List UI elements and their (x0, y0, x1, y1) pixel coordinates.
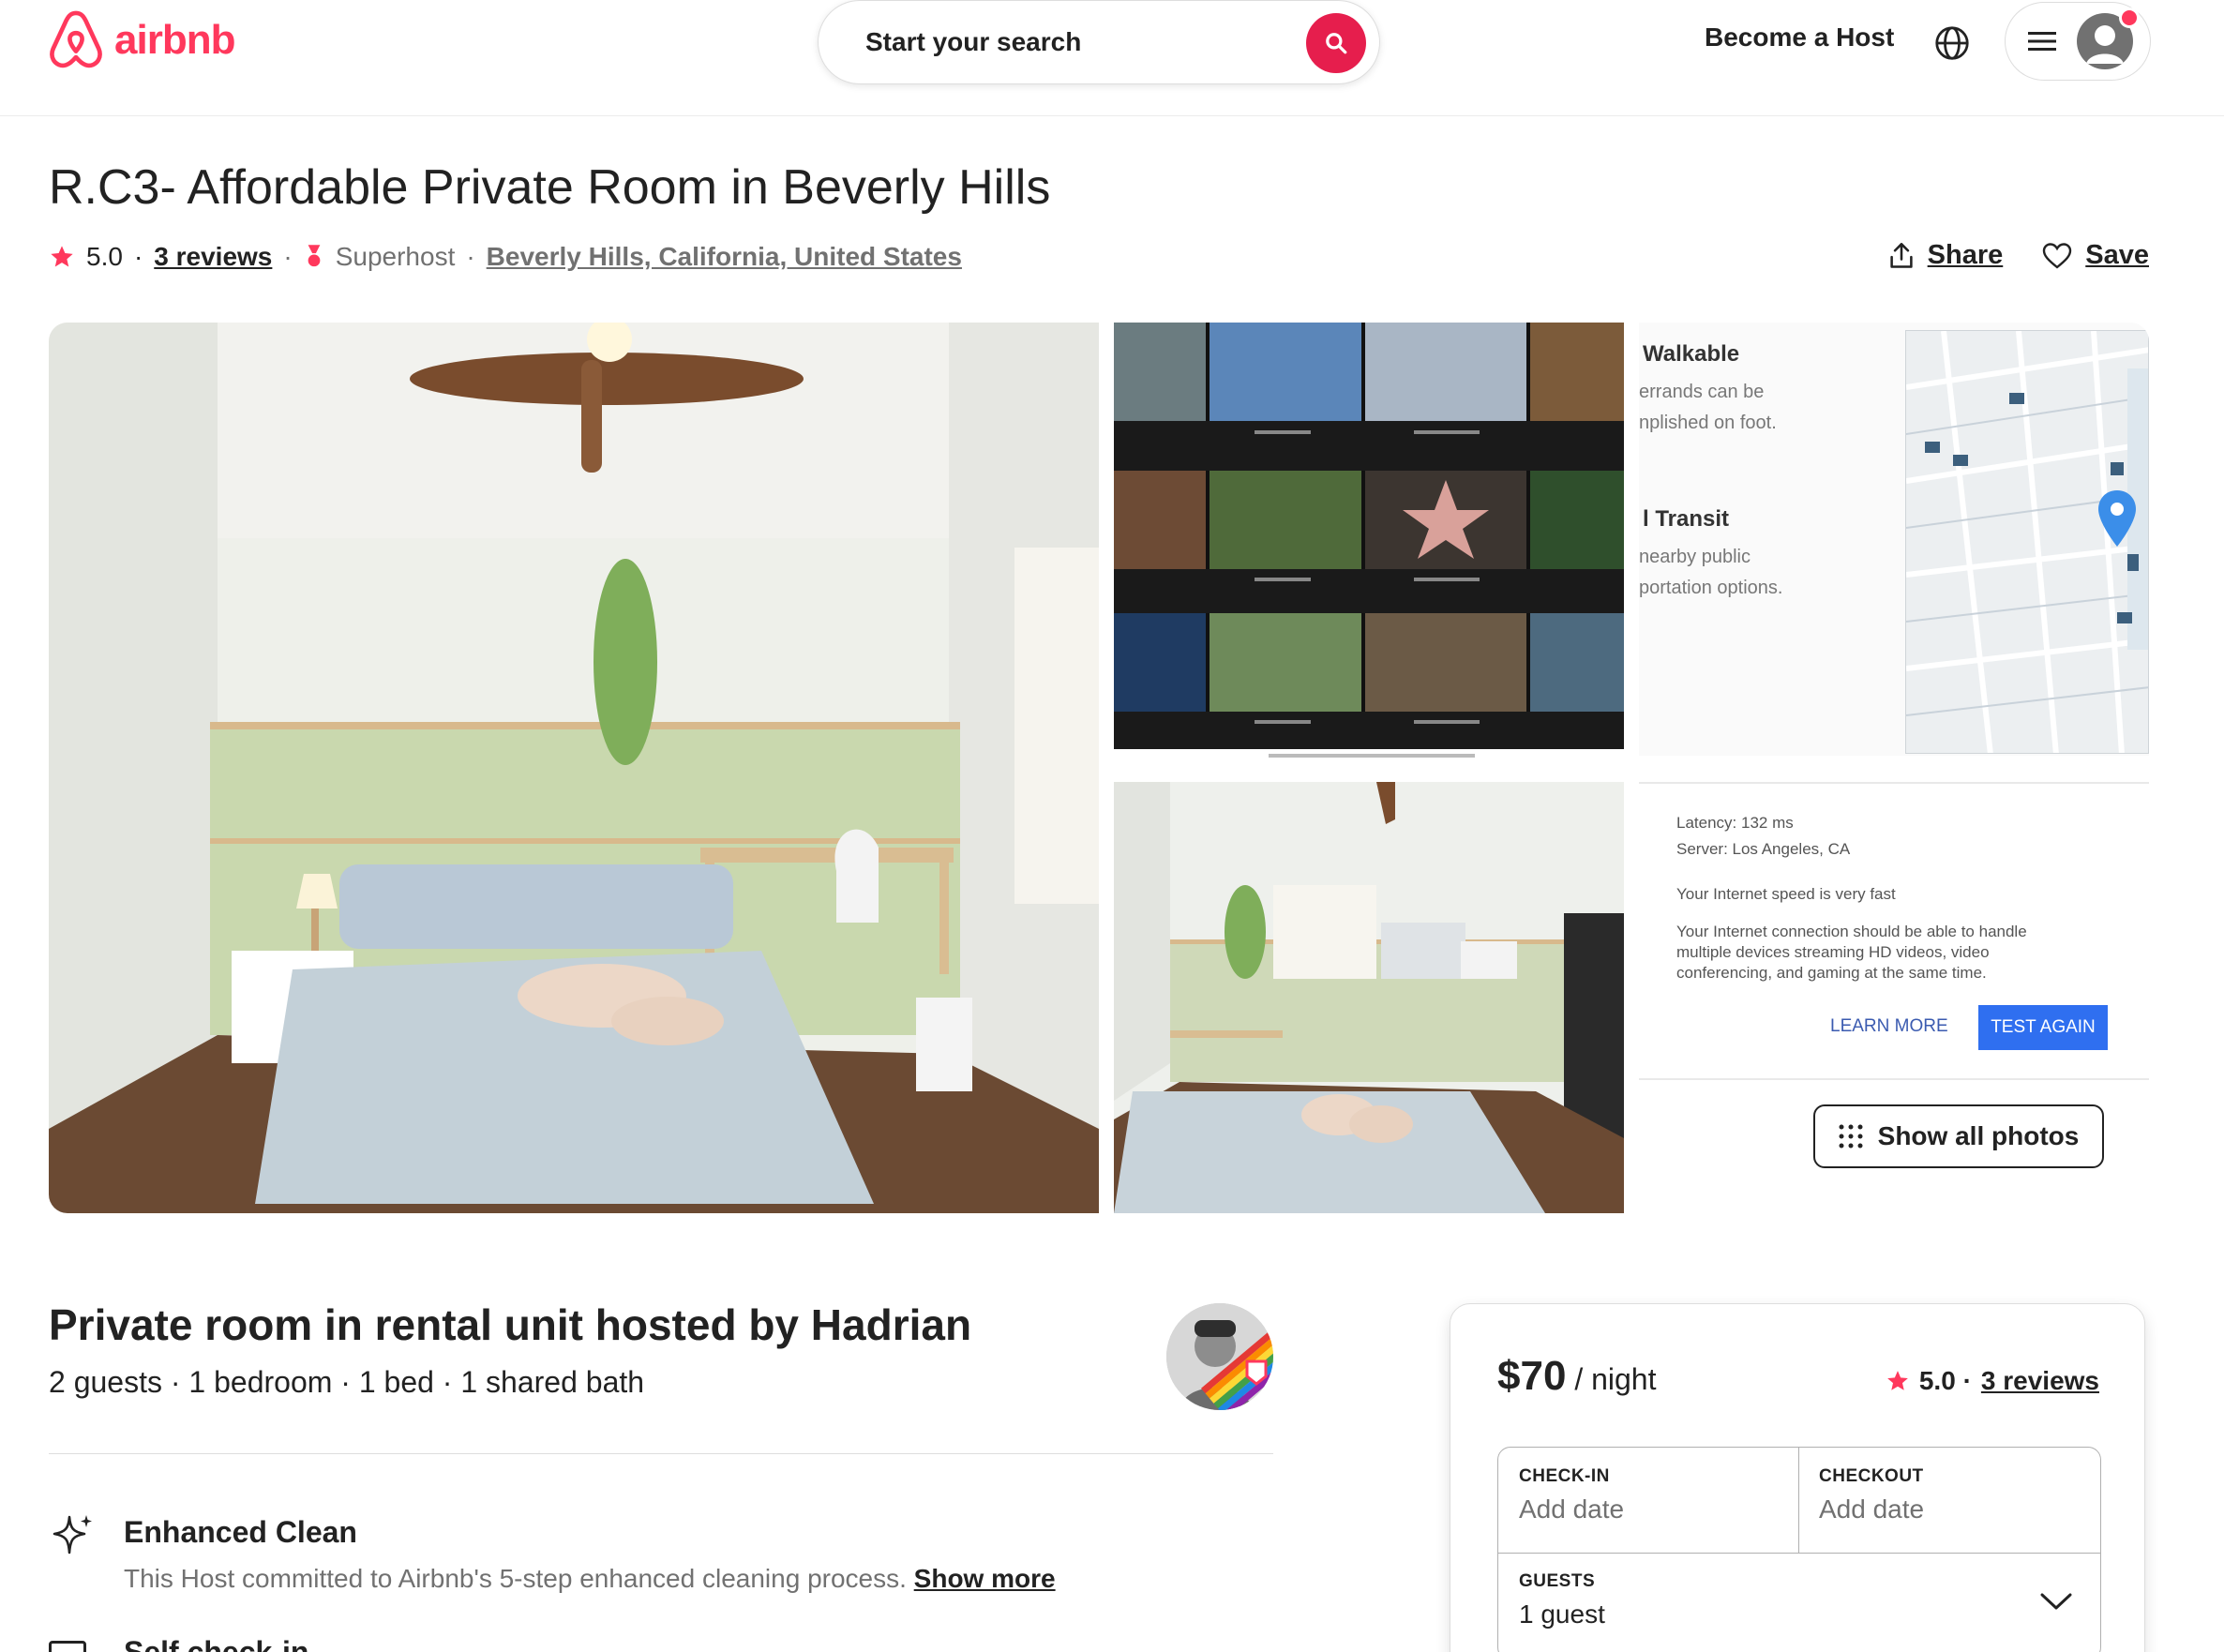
hamburger-menu-icon (2028, 32, 2056, 51)
speed-description: conferencing, and gaming at the same tim… (1676, 964, 1987, 982)
booking-card: $70 / night 5.0 · 3 reviews CHECK-IN Add… (1450, 1303, 2145, 1652)
show-all-photos-button[interactable]: Show all photos (1813, 1104, 2104, 1168)
speed-result: Your Internet speed is very fast (1676, 885, 1896, 903)
walk-line: nplished on foot. (1639, 413, 1777, 433)
speed-latency: Latency: 132 ms (1676, 814, 1794, 832)
search-placeholder: Start your search (865, 27, 1082, 56)
neighborhood-map (1905, 330, 2149, 754)
speed-description: multiple devices streaming HD videos, vi… (1676, 943, 1990, 961)
bedroom-photo-2 (1114, 782, 1624, 1213)
meta-dot: · (133, 242, 143, 271)
listing-actions: Share Save (1888, 240, 2149, 271)
checkin-value: Add date (1519, 1494, 1625, 1524)
second-bedroom-photo[interactable] (1114, 782, 1624, 1213)
enhanced-clean-title: Enhanced Clean (124, 1515, 357, 1549)
checkin-label: CHECK-IN (1519, 1466, 1610, 1486)
transit-line: nearby public (1639, 547, 1751, 567)
become-host-link[interactable]: Become a Host (1705, 23, 1894, 53)
date-guest-picker: CHECK-IN Add date CHECKOUT Add date GUES… (1497, 1447, 2101, 1652)
card-reviews-link[interactable]: 3 reviews (1981, 1366, 2099, 1396)
transit-line: portation options. (1639, 578, 1783, 598)
main-photo[interactable] (49, 323, 1099, 1213)
star-icon (1887, 1371, 1908, 1390)
price-amount: $70 (1497, 1353, 1567, 1399)
nightly-price: $70 / night (1497, 1353, 1656, 1400)
speed-server: Server: Los Angeles, CA (1676, 840, 1851, 858)
attractions-collage-photo[interactable] (1114, 323, 1624, 763)
search-icon (1326, 33, 1347, 54)
save-label: Save (2085, 240, 2149, 270)
listing-meta: 5.0 · 3 reviews · Superhost · Beverly Hi… (49, 242, 962, 272)
guests-label: GUESTS (1519, 1571, 1596, 1591)
show-all-label: Show all photos (1877, 1121, 2080, 1150)
price-unit: / night (1566, 1362, 1657, 1396)
test-again-button: TEST AGAIN (1978, 1005, 2108, 1050)
reviews-link[interactable]: 3 reviews (154, 242, 272, 272)
share-button[interactable]: Share (1888, 240, 2004, 271)
walkability-text: Walkable errands can be nplished on foot… (1639, 341, 1892, 604)
bedroom-photo (49, 323, 1099, 1213)
transit-heading: l Transit (1643, 506, 1730, 532)
logo-wordmark: airbnb (114, 17, 235, 63)
rating-value: 5.0 (86, 242, 123, 271)
self-checkin-icon (49, 1641, 86, 1652)
sparkle-icon (53, 1515, 92, 1554)
top-header: airbnb Start your search Become a Host (0, 0, 2224, 116)
walk-line: errands can be (1639, 382, 1765, 402)
card-rating: 5.0 · 3 reviews (1886, 1366, 2099, 1396)
listing-title: R.C3- Affordable Private Room in Beverly… (49, 160, 1051, 215)
grid-dots-icon (1839, 1124, 1863, 1149)
share-icon (1890, 242, 1913, 268)
search-button[interactable] (1306, 13, 1366, 73)
attractions-collage (1114, 323, 1624, 763)
enhanced-clean-description: This Host committed to Airbnb's 5-step e… (124, 1564, 1056, 1594)
room-summary: 2 guests · 1 bedroom · 1 bed · 1 shared … (49, 1365, 645, 1399)
airbnb-logo-icon (50, 10, 102, 68)
speed-bottom-rule (1639, 1078, 2149, 1080)
search-bar[interactable]: Start your search (818, 0, 1380, 84)
enhanced-clean-text: This Host committed to Airbnb's 5-step e… (124, 1564, 907, 1593)
speed-description: Your Internet connection should be able … (1676, 923, 2027, 940)
host-heading: Private room in rental unit hosted by Ha… (49, 1300, 972, 1349)
share-label: Share (1927, 240, 2004, 270)
meta-dot: · (466, 242, 475, 271)
globe-icon[interactable] (1933, 24, 1971, 62)
self-checkin-title: Self check-in (124, 1635, 309, 1652)
star-icon (51, 246, 73, 267)
show-more-link[interactable]: Show more (914, 1564, 1056, 1593)
checkout-value: Add date (1819, 1494, 1925, 1524)
meta-dot: · (283, 242, 293, 271)
guests-value: 1 guest (1519, 1599, 1605, 1629)
host-avatar[interactable] (1166, 1303, 1273, 1410)
walk-heading: Walkable (1643, 341, 1740, 367)
superhost-badge: Superhost (335, 242, 456, 271)
heart-icon (2043, 242, 2072, 269)
checkin-field[interactable]: CHECK-IN Add date (1498, 1448, 1798, 1553)
location-link[interactable]: Beverly Hills, California, United States (487, 242, 962, 272)
notification-dot (2119, 8, 2140, 28)
learn-more-link: LEARN MORE (1830, 1016, 1948, 1036)
save-button[interactable]: Save (2042, 240, 2149, 271)
guests-field[interactable]: GUESTS 1 guest (1498, 1553, 2100, 1652)
superhost-icon (308, 245, 321, 267)
card-rating-value: 5.0 · (1918, 1366, 1972, 1395)
chevron-down-icon[interactable] (2040, 1592, 2072, 1611)
checkout-label: CHECKOUT (1819, 1466, 1924, 1486)
section-divider (49, 1453, 1273, 1454)
walkability-photo[interactable]: Walkable errands can be nplished on foot… (1639, 323, 2149, 756)
checkout-field[interactable]: CHECKOUT Add date (1798, 1448, 2100, 1553)
airbnb-logo[interactable]: airbnb (47, 9, 235, 71)
speed-top-rule (1639, 782, 2149, 784)
